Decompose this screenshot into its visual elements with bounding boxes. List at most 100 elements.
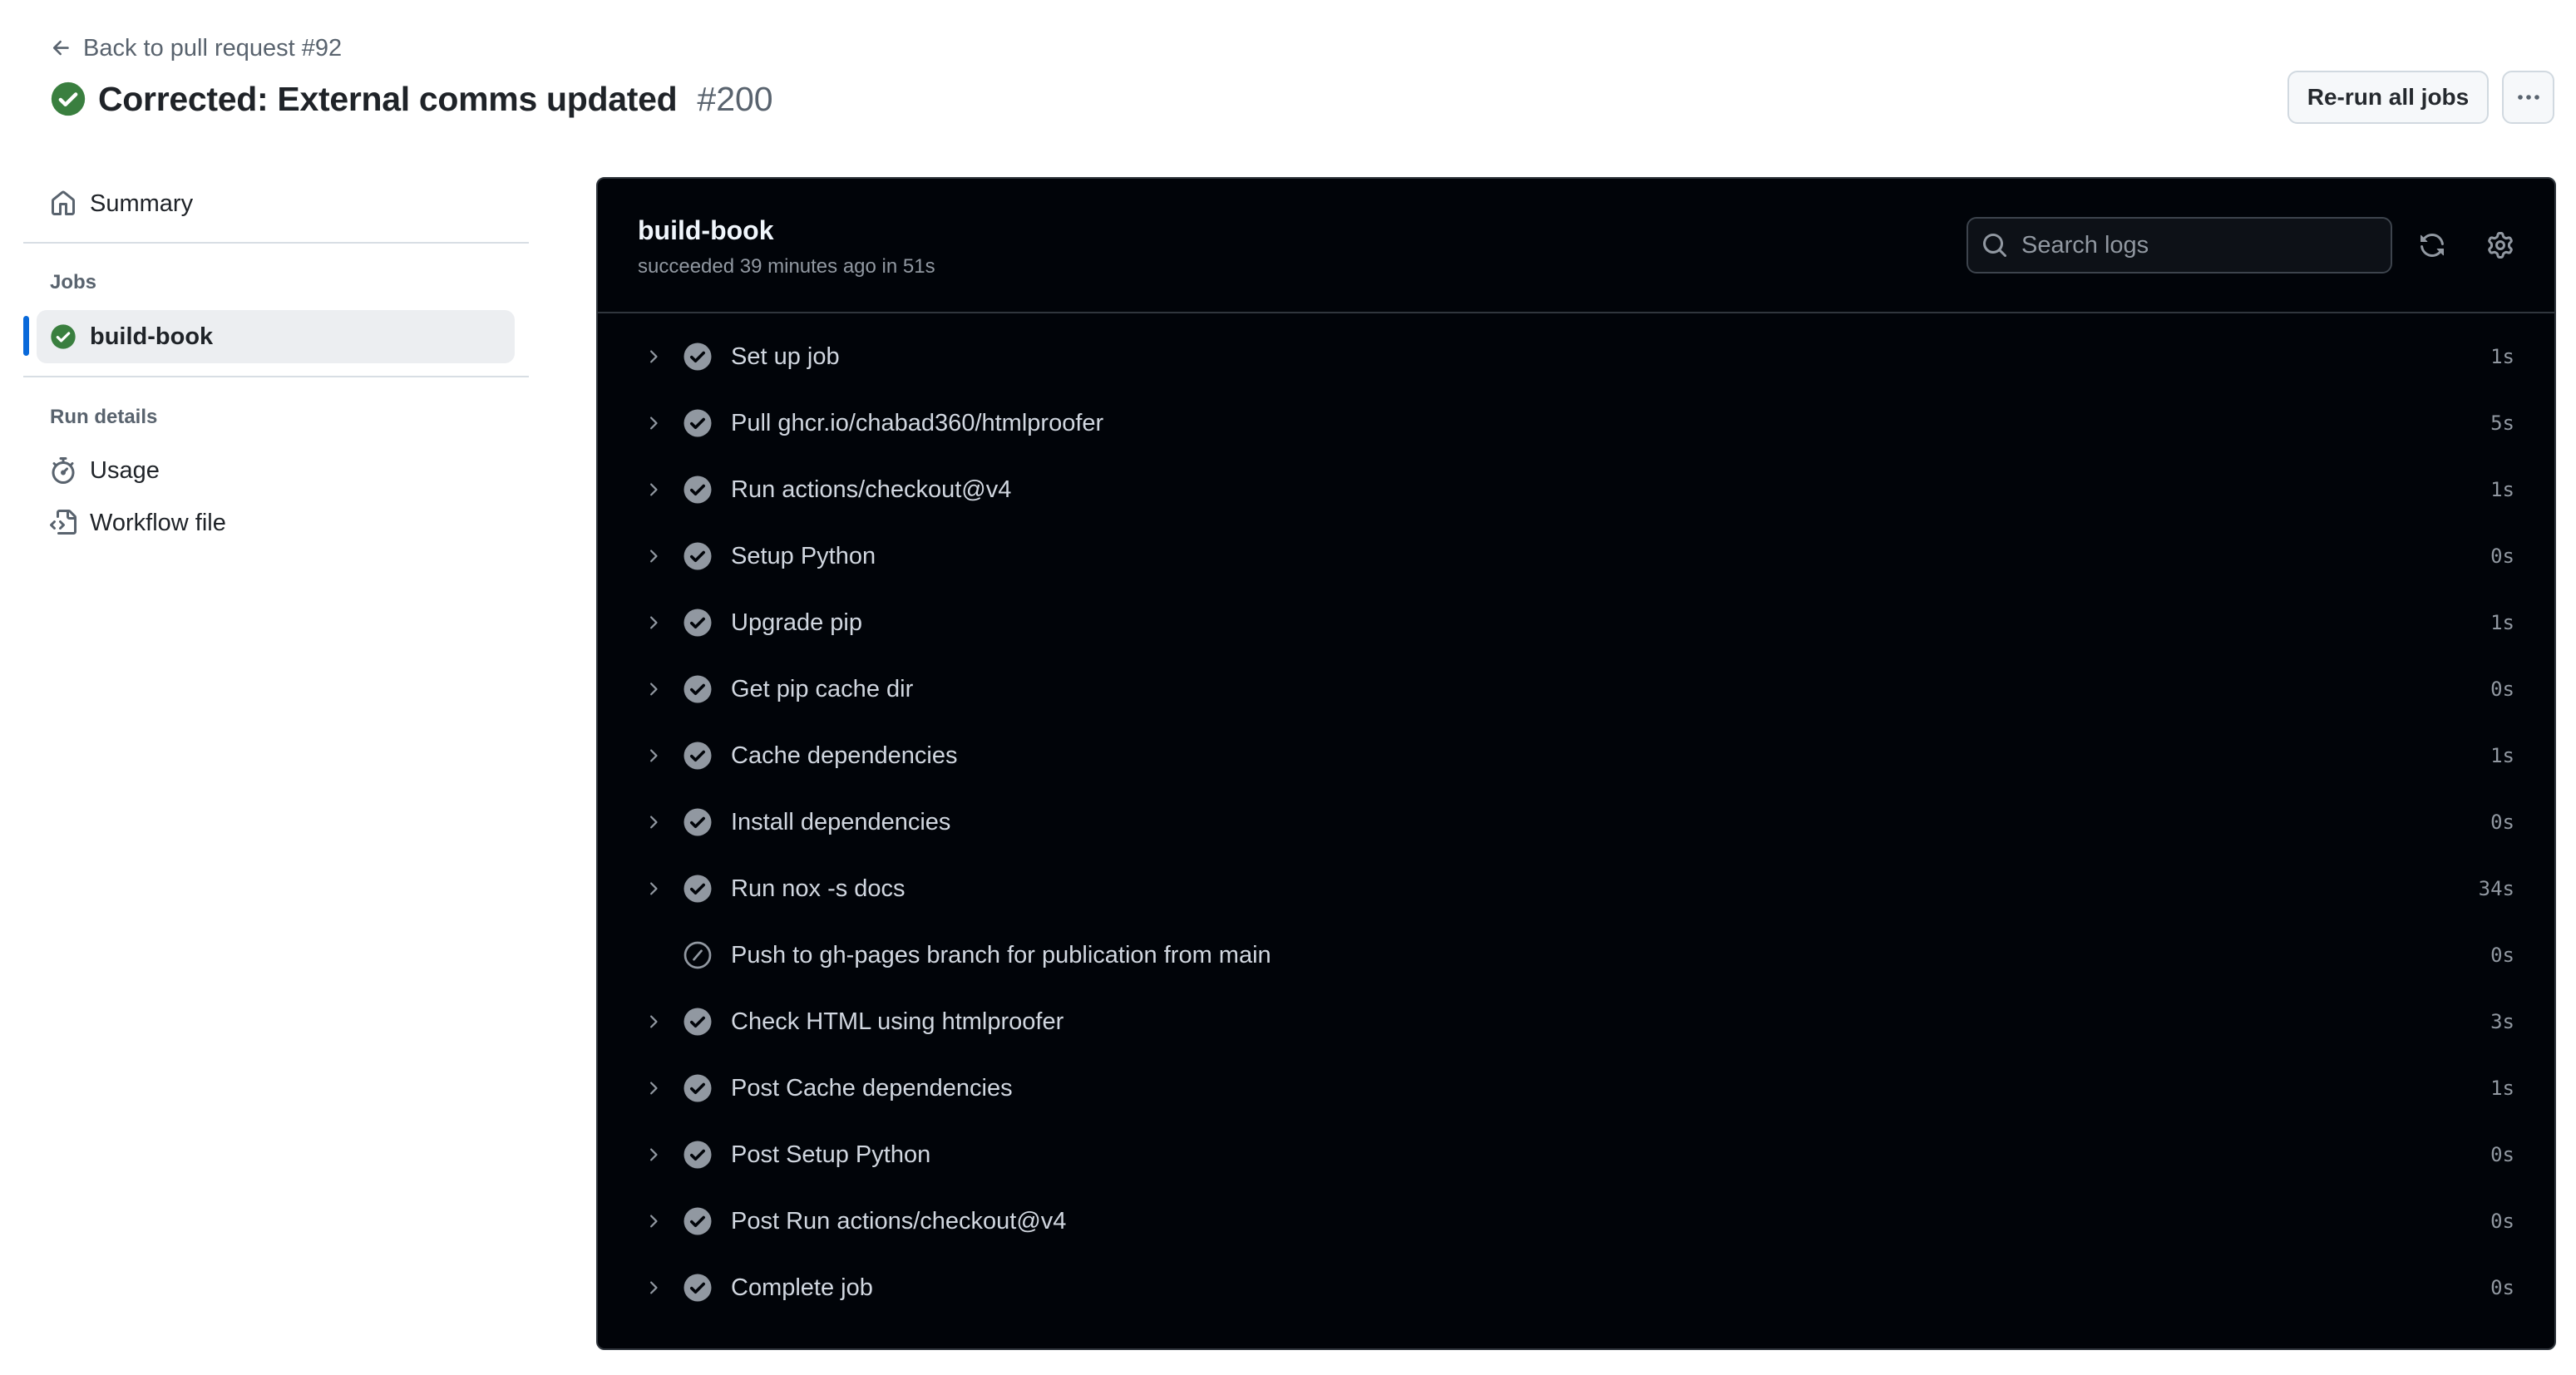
step-duration: 0s bbox=[2490, 1276, 2514, 1299]
step-duration: 3s bbox=[2490, 1010, 2514, 1033]
search-logs-input[interactable] bbox=[2020, 230, 2372, 260]
check-circle-fill-icon bbox=[683, 343, 712, 371]
check-circle-fill-icon bbox=[683, 875, 712, 903]
step-row[interactable]: Complete job 0s bbox=[598, 1254, 2554, 1321]
step-duration: 34s bbox=[2478, 877, 2514, 900]
chevron-right-icon bbox=[650, 882, 658, 895]
step-duration: 1s bbox=[2490, 744, 2514, 767]
check-circle-fill-icon bbox=[683, 1008, 712, 1036]
chevron-right-icon bbox=[650, 1015, 658, 1028]
jobs-heading: Jobs bbox=[50, 271, 97, 293]
step-duration: 1s bbox=[2490, 611, 2514, 634]
search-logs-field[interactable] bbox=[1967, 217, 2392, 274]
check-circle-fill-icon bbox=[683, 675, 712, 703]
steps-list: Set up job 1s Pull ghcr.io/chabad360/htm… bbox=[598, 323, 2554, 1321]
skip-icon bbox=[683, 941, 712, 969]
step-row[interactable]: Check HTML using htmlproofer 3s bbox=[598, 988, 2554, 1055]
settings-button[interactable] bbox=[2482, 227, 2519, 264]
search-icon bbox=[1983, 234, 2007, 258]
step-name: Run actions/checkout@v4 bbox=[731, 476, 1012, 503]
chevron-right-icon bbox=[650, 616, 658, 629]
check-circle-fill-icon bbox=[683, 542, 712, 570]
step-row[interactable]: Run nox -s docs 34s bbox=[598, 855, 2554, 922]
step-duration: 0s bbox=[2490, 1143, 2514, 1166]
refresh-button[interactable] bbox=[2414, 227, 2450, 264]
step-row[interactable]: Run actions/checkout@v4 1s bbox=[598, 456, 2554, 523]
step-row[interactable]: Pull ghcr.io/chabad360/htmlproofer 5s bbox=[598, 390, 2554, 456]
arrow-left-icon bbox=[52, 40, 69, 56]
chevron-right-icon bbox=[650, 1215, 658, 1228]
home-icon bbox=[52, 190, 75, 215]
job-header: build-book succeeded 39 minutes ago in 5… bbox=[598, 179, 2554, 313]
step-row[interactable]: Cache dependencies 1s bbox=[598, 722, 2554, 789]
more-actions-button[interactable] bbox=[2502, 71, 2554, 124]
sidebar-item-usage[interactable]: Usage bbox=[37, 445, 515, 496]
job-log-panel: build-book succeeded 39 minutes ago in 5… bbox=[596, 177, 2556, 1350]
sidebar-divider bbox=[23, 376, 529, 377]
step-name: Post Cache dependencies bbox=[731, 1074, 1013, 1101]
check-circle-fill-icon bbox=[683, 742, 712, 770]
check-circle-fill-icon bbox=[683, 609, 712, 637]
job-status-text: succeeded 39 minutes ago in 51s bbox=[638, 255, 935, 278]
step-name: Get pip cache dir bbox=[731, 675, 914, 702]
kebab-horizontal-icon bbox=[2517, 95, 2539, 100]
chevron-right-icon bbox=[650, 1082, 658, 1095]
chevron-right-icon bbox=[650, 1281, 658, 1294]
step-duration: 0s bbox=[2490, 678, 2514, 701]
step-row[interactable]: Set up job 1s bbox=[598, 323, 2554, 390]
active-indicator bbox=[23, 316, 29, 356]
step-name: Cache dependencies bbox=[731, 742, 958, 769]
step-duration: 0s bbox=[2490, 811, 2514, 834]
step-row[interactable]: Post Setup Python 0s bbox=[598, 1121, 2554, 1188]
step-row[interactable]: Post Cache dependencies 1s bbox=[598, 1055, 2554, 1121]
step-row[interactable]: Push to gh-pages branch for publication … bbox=[598, 922, 2554, 988]
step-name: Complete job bbox=[731, 1274, 873, 1301]
chevron-right-icon bbox=[650, 350, 658, 363]
run-number: #200 bbox=[697, 79, 773, 118]
job-title: build-book bbox=[638, 215, 774, 245]
chevron-right-icon bbox=[650, 1148, 658, 1161]
chevron-right-icon bbox=[650, 683, 658, 696]
step-name: Push to gh-pages branch for publication … bbox=[731, 941, 1271, 968]
sidebar-item-label: Usage bbox=[90, 456, 160, 484]
sidebar-item-build-book[interactable]: build-book bbox=[37, 310, 515, 363]
sidebar-item-summary[interactable]: Summary bbox=[37, 178, 515, 229]
step-duration: 1s bbox=[2490, 345, 2514, 368]
step-name: Upgrade pip bbox=[731, 609, 862, 636]
check-circle-fill-icon bbox=[683, 476, 712, 504]
check-circle-fill-icon bbox=[51, 81, 86, 116]
back-link-label: Back to pull request #92 bbox=[83, 34, 343, 62]
step-row[interactable]: Install dependencies 0s bbox=[598, 789, 2554, 855]
step-name: Setup Python bbox=[731, 542, 876, 569]
chevron-right-icon bbox=[650, 483, 658, 496]
step-row[interactable]: Post Run actions/checkout@v4 0s bbox=[598, 1188, 2554, 1254]
step-name: Post Run actions/checkout@v4 bbox=[731, 1207, 1067, 1235]
gear-icon bbox=[2488, 232, 2513, 259]
step-row[interactable]: Setup Python 0s bbox=[598, 523, 2554, 589]
run-details-heading: Run details bbox=[50, 406, 158, 428]
step-name: Pull ghcr.io/chabad360/htmlproofer bbox=[731, 409, 1104, 436]
check-circle-fill-icon bbox=[683, 1274, 712, 1302]
chevron-right-icon bbox=[650, 416, 658, 430]
step-duration: 5s bbox=[2490, 412, 2514, 435]
check-circle-fill-icon bbox=[683, 1207, 712, 1235]
stopwatch-icon bbox=[52, 457, 75, 484]
sync-icon bbox=[2421, 234, 2444, 257]
step-row[interactable]: Upgrade pip 1s bbox=[598, 589, 2554, 656]
step-duration: 1s bbox=[2490, 1077, 2514, 1100]
sidebar-item-label: build-book bbox=[90, 323, 214, 350]
step-row[interactable]: Get pip cache dir 0s bbox=[598, 656, 2554, 722]
check-circle-fill-icon bbox=[683, 1141, 712, 1169]
sidebar-item-workflow-file[interactable]: Workflow file bbox=[37, 497, 515, 549]
back-to-pull-request-link[interactable]: Back to pull request #92 bbox=[50, 32, 342, 65]
check-circle-fill-icon bbox=[683, 808, 712, 836]
step-name: Check HTML using htmlproofer bbox=[731, 1008, 1064, 1035]
rerun-all-jobs-button[interactable]: Re-run all jobs bbox=[2287, 71, 2489, 124]
sidebar-divider bbox=[23, 242, 529, 244]
step-name: Run nox -s docs bbox=[731, 875, 906, 902]
step-duration: 0s bbox=[2490, 1210, 2514, 1233]
chevron-right-icon bbox=[650, 550, 658, 563]
step-duration: 1s bbox=[2490, 478, 2514, 501]
chevron-right-icon bbox=[650, 749, 658, 762]
sidebar-item-label: Summary bbox=[90, 190, 194, 217]
